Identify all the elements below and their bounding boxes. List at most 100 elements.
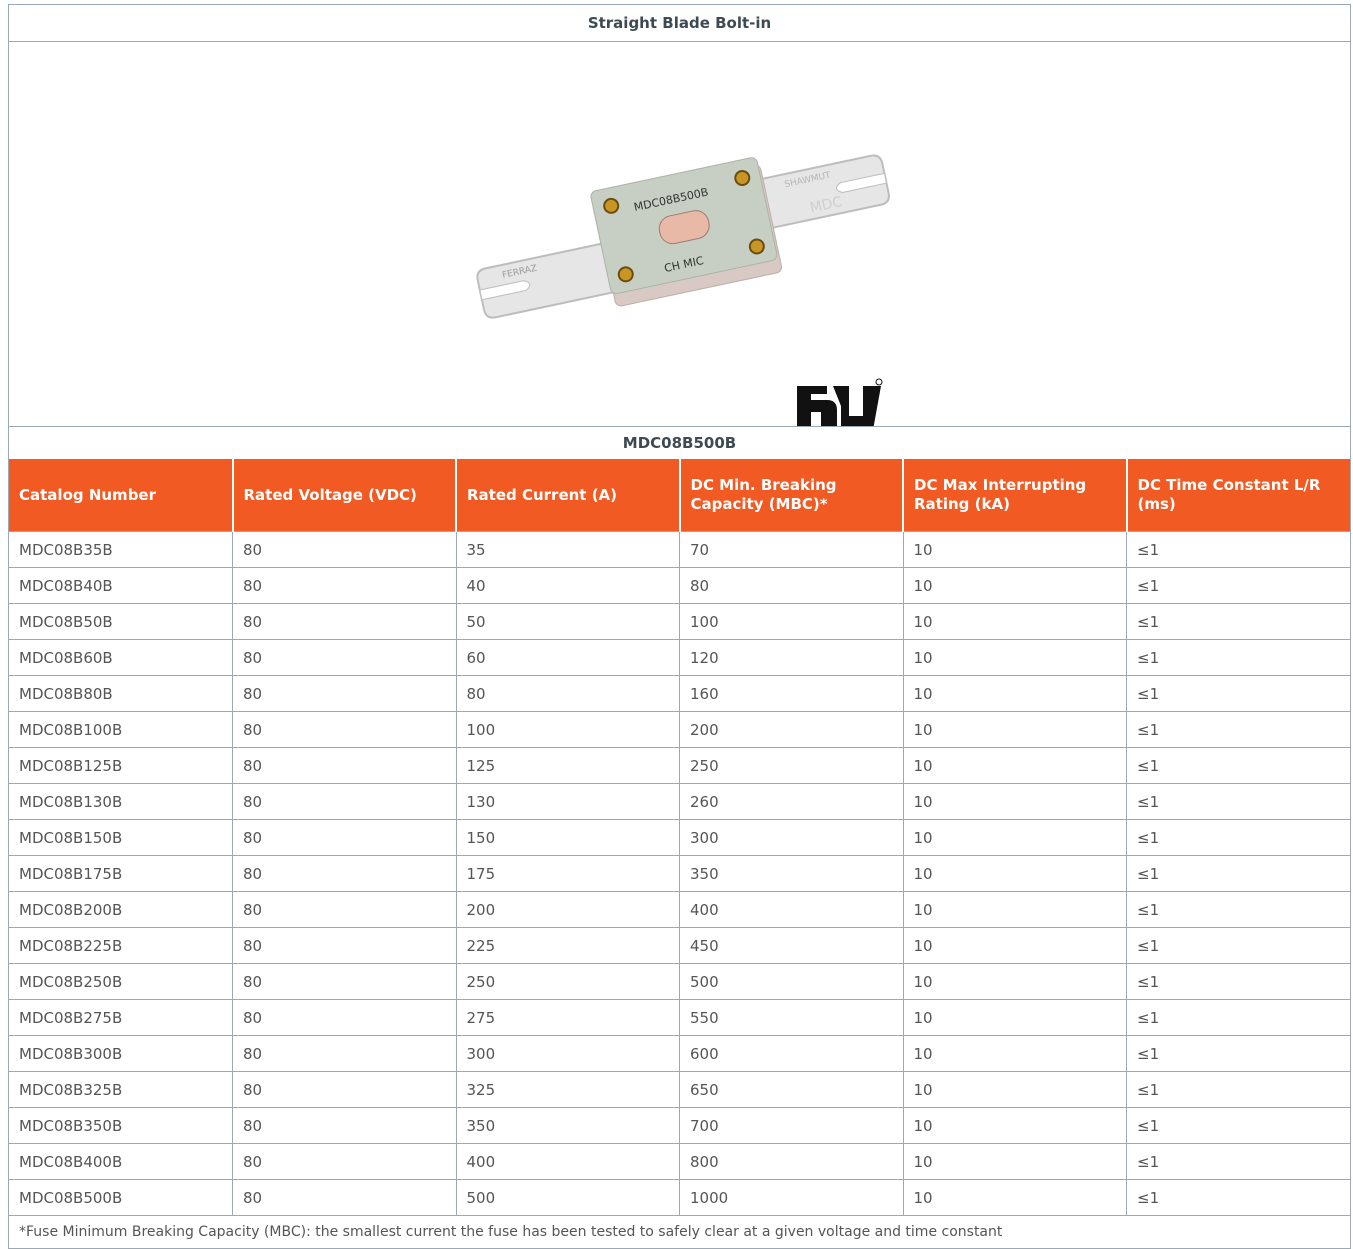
table-cell: 80 — [232, 747, 457, 784]
table-cell: ≤1 — [1126, 639, 1350, 676]
table-cell: 100 — [679, 603, 904, 640]
table-cell: 80 — [232, 783, 457, 820]
table-cell: MDC08B40B — [9, 567, 233, 604]
table-cell: MDC08B175B — [9, 855, 233, 892]
table-cell: ≤1 — [1126, 783, 1350, 820]
table-cell: 80 — [232, 711, 457, 748]
table-row: MDC08B80B 80 80 160 10 ≤1 — [9, 675, 1350, 712]
table-cell: ≤1 — [1126, 711, 1350, 748]
column-header: Rated Current (A) — [456, 459, 681, 532]
table-cell: MDC08B100B — [9, 711, 233, 748]
table-cell: 10 — [903, 819, 1127, 856]
table-cell: 300 — [456, 1035, 680, 1072]
column-header: Rated Voltage (VDC) — [232, 459, 457, 532]
table-cell: ≤1 — [1126, 999, 1350, 1036]
table-cell: MDC08B125B — [9, 747, 233, 784]
table-cell: 10 — [903, 855, 1127, 892]
table-cell: 10 — [903, 675, 1127, 712]
table-cell: ≤1 — [1126, 531, 1350, 568]
spec-table: Catalog Number Rated Voltage (VDC) Rated… — [9, 459, 1350, 1215]
table-cell: 120 — [679, 639, 904, 676]
table-cell: 80 — [232, 1179, 457, 1215]
table-cell: 350 — [456, 1107, 680, 1144]
table-cell: 80 — [232, 531, 457, 568]
table-cell: 80 — [679, 567, 904, 604]
table-cell: ≤1 — [1126, 1071, 1350, 1108]
table-cell: 80 — [232, 927, 457, 964]
table-cell: 40 — [456, 567, 680, 604]
table-cell: MDC08B400B — [9, 1143, 233, 1180]
table-cell: ≤1 — [1126, 927, 1350, 964]
table-cell: 225 — [456, 927, 680, 964]
table-cell: 10 — [903, 1107, 1127, 1144]
table-cell: 300 — [679, 819, 904, 856]
table-cell: 80 — [232, 891, 457, 928]
table-cell: 800 — [679, 1143, 904, 1180]
table-cell: 10 — [903, 567, 1127, 604]
table-row: MDC08B400B 80 400 800 10 ≤1 — [9, 1143, 1350, 1180]
table-cell: 160 — [679, 675, 904, 712]
table-cell: ≤1 — [1126, 1107, 1350, 1144]
table-cell: 80 — [232, 963, 457, 1000]
table-cell: 80 — [232, 675, 457, 712]
table-cell: 10 — [903, 1179, 1127, 1215]
table-row: MDC08B35B 80 35 70 10 ≤1 — [9, 531, 1350, 568]
table-cell: 10 — [903, 1035, 1127, 1072]
table-cell: 10 — [903, 639, 1127, 676]
product-image-area: FERRAZ SHAWMUT MDC MDC08B500B CH MIC — [9, 42, 1350, 427]
table-cell: 80 — [232, 639, 457, 676]
table-row: MDC08B125B 80 125 250 10 ≤1 — [9, 747, 1350, 784]
table-cell: 10 — [903, 927, 1127, 964]
table-cell: 130 — [456, 783, 680, 820]
table-row: MDC08B350B 80 350 700 10 ≤1 — [9, 1107, 1350, 1144]
table-cell: 80 — [232, 567, 457, 604]
table-cell: MDC08B35B — [9, 531, 233, 568]
table-cell: MDC08B325B — [9, 1071, 233, 1108]
table-cell: 150 — [456, 819, 680, 856]
column-header: DC Max Interrupting Rating (kA) — [903, 459, 1128, 532]
table-row: MDC08B500B 80 500 1000 10 ≤1 — [9, 1179, 1350, 1215]
table-cell: ≤1 — [1126, 567, 1350, 604]
table-cell: MDC08B130B — [9, 783, 233, 820]
table-cell: 700 — [679, 1107, 904, 1144]
table-cell: 350 — [679, 855, 904, 892]
table-cell: ≤1 — [1126, 747, 1350, 784]
table-cell: 125 — [456, 747, 680, 784]
table-cell: MDC08B50B — [9, 603, 233, 640]
table-cell: 80 — [232, 1107, 457, 1144]
table-row: MDC08B250B 80 250 500 10 ≤1 — [9, 963, 1350, 1000]
table-cell: ≤1 — [1126, 819, 1350, 856]
table-cell: 325 — [456, 1071, 680, 1108]
fuse-image: FERRAZ SHAWMUT MDC MDC08B500B CH MIC — [476, 154, 890, 426]
table-cell: 450 — [679, 927, 904, 964]
table-cell: 650 — [679, 1071, 904, 1108]
table-cell: 10 — [903, 747, 1127, 784]
table-cell: 80 — [232, 1071, 457, 1108]
table-cell: 80 — [232, 819, 457, 856]
table-cell: ≤1 — [1126, 1035, 1350, 1072]
table-row: MDC08B300B 80 300 600 10 ≤1 — [9, 1035, 1350, 1072]
table-cell: 500 — [679, 963, 904, 1000]
section-title: Straight Blade Bolt-in — [9, 5, 1350, 42]
table-row: MDC08B325B 80 325 650 10 ≤1 — [9, 1071, 1350, 1108]
table-cell: MDC08B500B — [9, 1179, 233, 1215]
table-cell: 10 — [903, 999, 1127, 1036]
table-cell: 80 — [232, 1143, 457, 1180]
table-cell: 200 — [679, 711, 904, 748]
table-row: MDC08B50B 80 50 100 10 ≤1 — [9, 603, 1350, 640]
table-cell: 10 — [903, 1143, 1127, 1180]
table-cell: ≤1 — [1126, 1179, 1350, 1215]
table-cell: ≤1 — [1126, 603, 1350, 640]
table-cell: 35 — [456, 531, 680, 568]
table-cell: 80 — [232, 1035, 457, 1072]
table-cell: 80 — [456, 675, 680, 712]
table-cell: 200 — [456, 891, 680, 928]
table-cell: ≤1 — [1126, 855, 1350, 892]
table-cell: 50 — [456, 603, 680, 640]
model-heading: MDC08B500B — [622, 434, 737, 452]
footnote: *Fuse Minimum Breaking Capacity (MBC): t… — [9, 1215, 1350, 1248]
table-cell: MDC08B80B — [9, 675, 233, 712]
table-cell: 80 — [232, 603, 457, 640]
table-cell: 600 — [679, 1035, 904, 1072]
table-cell: 400 — [679, 891, 904, 928]
